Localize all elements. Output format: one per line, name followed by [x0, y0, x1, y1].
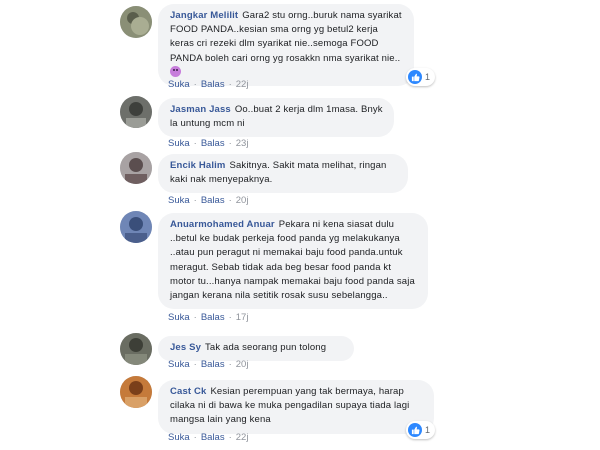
comment-actions: Suka · Balas · 23j	[168, 138, 248, 149]
comment-actions: Suka · Balas · 22j	[168, 79, 248, 90]
avatar[interactable]	[120, 152, 152, 184]
comment-bubble: Cast Ck Kesian perempuan yang tak bermaya…	[158, 380, 434, 434]
comment-actions: Suka · Balas · 17j	[168, 312, 248, 323]
avatar[interactable]	[120, 333, 152, 365]
comment-author[interactable]: Cast Ck	[170, 386, 206, 397]
comment-actions: Suka · Balas · 20j	[168, 359, 248, 370]
reply-link[interactable]: Balas	[201, 359, 225, 370]
reply-link[interactable]: Balas	[201, 79, 225, 90]
reply-link[interactable]: Balas	[201, 312, 225, 323]
comment-author[interactable]: Anuarmohamed Anuar	[170, 219, 275, 230]
separator: ·	[193, 79, 197, 90]
separator: ·	[228, 138, 232, 149]
comment-timestamp[interactable]: 20j	[236, 359, 249, 370]
reaction-count: 1	[425, 72, 431, 82]
avatar[interactable]	[120, 376, 152, 408]
comment-bubble: Jes Sy Tak ada seorang pun tolong	[158, 336, 354, 362]
comment-bubble: Encik Halim Sakitnya. Sakit mata melihat,…	[158, 154, 408, 194]
comment-text: Tak ada seorang pun tolong	[205, 342, 327, 353]
separator: ·	[193, 195, 197, 206]
comment-timestamp[interactable]: 23j	[236, 138, 249, 149]
reaction-count-badge[interactable]: 1	[406, 421, 436, 439]
purple-devil-emoji-icon	[170, 65, 181, 77]
separator: ·	[193, 138, 197, 149]
separator: ·	[193, 359, 197, 370]
reaction-count-badge[interactable]: 1	[406, 68, 436, 86]
reply-link[interactable]: Balas	[201, 138, 225, 149]
avatar[interactable]	[120, 211, 152, 243]
like-link[interactable]: Suka	[168, 359, 190, 370]
comment-bubble: Jasman Jass Oo..buat 2 kerja dlm 1masa. B…	[158, 98, 394, 138]
comment-author[interactable]: Jasman Jass	[170, 104, 231, 115]
like-link[interactable]: Suka	[168, 138, 190, 149]
comment-timestamp[interactable]: 22j	[236, 432, 249, 443]
separator: ·	[228, 195, 232, 206]
comment-timestamp[interactable]: 20j	[236, 195, 249, 206]
reaction-count: 1	[425, 425, 431, 435]
comment-timestamp[interactable]: 17j	[236, 312, 249, 323]
comment-actions: Suka · Balas · 22j	[168, 432, 248, 443]
avatar[interactable]	[120, 96, 152, 128]
separator: ·	[228, 359, 232, 370]
like-link[interactable]: Suka	[168, 312, 190, 323]
like-reaction-icon	[408, 423, 422, 437]
separator: ·	[228, 312, 232, 323]
separator: ·	[228, 432, 232, 443]
comment-author[interactable]: Jes Sy	[170, 342, 201, 353]
comment-author[interactable]: Jangkar Melilit	[170, 10, 238, 21]
like-reaction-icon	[408, 70, 422, 84]
like-link[interactable]: Suka	[168, 432, 190, 443]
comment-actions: Suka · Balas · 20j	[168, 195, 248, 206]
reply-link[interactable]: Balas	[201, 432, 225, 443]
comment-bubble: Anuarmohamed Anuar Pekara ni kena siasat …	[158, 213, 428, 310]
avatar[interactable]	[120, 6, 152, 38]
separator: ·	[228, 79, 232, 90]
comment-bubble: Jangkar Melilit Gara2 stu orng..buruk nam…	[158, 4, 414, 87]
like-link[interactable]: Suka	[168, 195, 190, 206]
comment-author[interactable]: Encik Halim	[170, 160, 226, 171]
like-link[interactable]: Suka	[168, 79, 190, 90]
reply-link[interactable]: Balas	[201, 195, 225, 206]
comment-timestamp[interactable]: 22j	[236, 79, 249, 90]
separator: ·	[193, 432, 197, 443]
separator: ·	[193, 312, 197, 323]
comment-text: Pekara ni kena siasat dulu ..betul ke bu…	[170, 219, 415, 302]
